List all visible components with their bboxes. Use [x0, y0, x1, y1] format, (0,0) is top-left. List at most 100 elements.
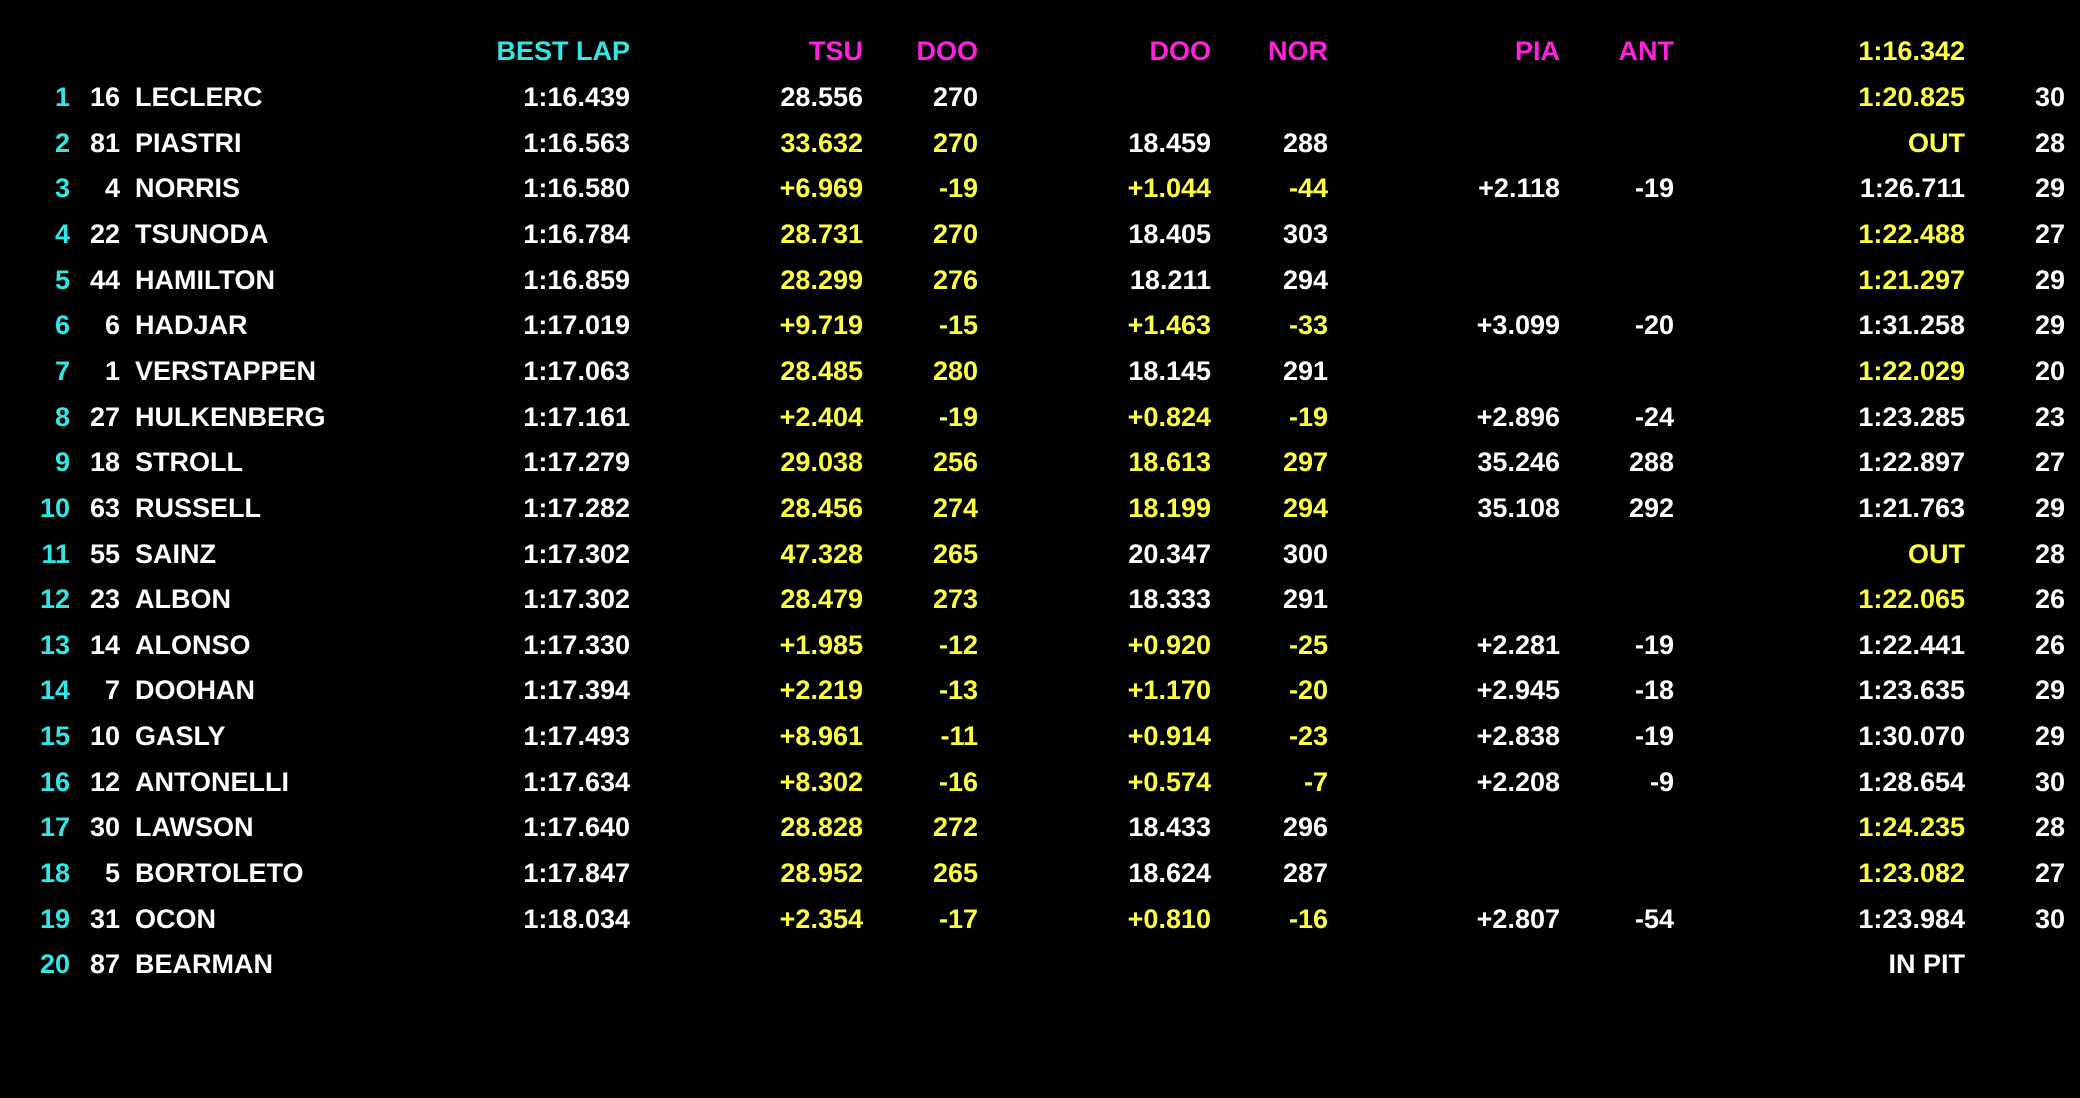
last-lap: 1:28.654: [1858, 766, 1965, 797]
last-lap: OUT: [1908, 538, 1965, 569]
sector3-speed: -54: [1634, 903, 1674, 934]
best-lap: 1:17.302: [523, 584, 630, 615]
driver-row: 6 6 HADJAR 1:17.019 +9.719 -15 +1.463 -33 +3.099…: [0, 303, 2080, 347]
sector1-speed-header: DOO: [916, 36, 978, 66]
sector2-speed: 294: [1282, 264, 1328, 295]
laps-count: 23: [2034, 401, 2065, 432]
driver-row: 20 87 BEARMAN IN PIT: [0, 942, 2080, 986]
sector3-speed: -9: [1649, 766, 1674, 797]
sector1-time: 28.731: [780, 218, 863, 249]
sector1-speed: 272: [932, 812, 978, 843]
sector1-time: +8.302: [779, 766, 863, 797]
driver-row: 10 63 RUSSELL 1:17.282 28.456 274 18.199 294 35.…: [0, 486, 2080, 530]
sector1-speed: 265: [932, 538, 978, 569]
sector1-time: +8.961: [779, 721, 863, 752]
best-lap: 1:17.330: [523, 629, 630, 660]
sector3-speed: -19: [1634, 721, 1674, 752]
sector1-speed: 256: [932, 447, 978, 478]
sector2-time: +0.574: [1127, 766, 1211, 797]
car-number: 30: [89, 812, 120, 843]
sector1-time: +1.985: [779, 629, 863, 660]
sector1-speed: -19: [938, 401, 978, 432]
sector2-speed: 296: [1282, 812, 1328, 843]
laps-count: 26: [2034, 629, 2065, 660]
driver-name: GASLY: [135, 721, 226, 752]
driver-row: 19 31 OCON 1:18.034 +2.354 -17 +0.810 -16 +2.807…: [0, 897, 2080, 941]
sector2-speed: 303: [1282, 218, 1328, 249]
sector3-time: +2.807: [1476, 903, 1560, 934]
driver-name: PIASTRI: [135, 127, 242, 158]
position: 19: [39, 903, 70, 934]
driver-name: HADJAR: [135, 310, 248, 341]
last-lap: 1:23.984: [1858, 903, 1965, 934]
sector1-speed: -11: [940, 721, 978, 752]
last-lap: 1:30.070: [1858, 721, 1965, 752]
sector1-time: +2.219: [779, 675, 863, 706]
sector3-speed: 292: [1628, 492, 1674, 523]
timing-board: BEST LAP TSU DOO DOO NOR PIA ANT 1:16.34…: [0, 0, 2080, 1098]
sector1-speed: -16: [938, 766, 978, 797]
last-lap: OUT: [1908, 127, 1965, 158]
driver-row: 8 27 HULKENBERG 1:17.161 +2.404 -19 +0.824 -19 +…: [0, 395, 2080, 439]
last-lap: 1:22.029: [1858, 355, 1965, 386]
sector2-speed: 291: [1282, 355, 1328, 386]
sector1-time: 28.299: [780, 264, 863, 295]
sector1-speed: -17: [938, 903, 978, 934]
sector1-time: 29.038: [780, 447, 863, 478]
best-lap: 1:16.580: [523, 173, 630, 204]
car-number: 16: [89, 82, 120, 112]
fastest-lap-header: 1:16.342: [1858, 36, 1965, 66]
best-lap: 1:17.279: [523, 447, 630, 478]
driver-row: 3 4 NORRIS 1:16.580 +6.969 -19 +1.044 -44 +2.118…: [0, 166, 2080, 210]
driver-row: 2 81 PIASTRI 1:16.563 33.632 270 18.459 288 OUT 2…: [0, 121, 2080, 165]
driver-name: DOOHAN: [135, 675, 255, 706]
driver-row: 16 12 ANTONELLI 1:17.634 +8.302 -16 +0.574 -7 +2…: [0, 760, 2080, 804]
position: 9: [54, 447, 70, 478]
driver-name: HULKENBERG: [135, 401, 326, 432]
best-lap: 1:17.282: [523, 492, 630, 523]
laps-count: 28: [2034, 127, 2065, 158]
laps-count: 27: [2034, 447, 2065, 478]
sector2-speed: -33: [1288, 310, 1328, 341]
position: 15: [39, 721, 70, 752]
driver-name: TSUNODA: [135, 218, 269, 249]
driver-name: RUSSELL: [135, 492, 262, 523]
car-number: 12: [89, 766, 120, 797]
last-lap: 1:21.297: [1858, 264, 1965, 295]
last-lap: 1:22.488: [1858, 218, 1965, 249]
driver-row: 1 16 LECLERC 1:16.439 28.556 270 1:20.825 30: [0, 75, 2080, 119]
sector3-time: +2.208: [1476, 766, 1560, 797]
sector3-time: +2.896: [1476, 401, 1560, 432]
best-lap: 1:18.034: [523, 903, 630, 934]
last-lap: 1:23.285: [1858, 401, 1965, 432]
sector3-speed: -18: [1634, 675, 1674, 706]
position: 20: [39, 949, 70, 980]
sector2-time: 20.347: [1128, 538, 1211, 569]
sector2-speed: -23: [1288, 721, 1328, 752]
sector1-speed: -12: [938, 629, 978, 660]
sector2-time-header: DOO: [1149, 36, 1211, 66]
car-number: 5: [104, 858, 120, 889]
sector2-speed: -20: [1288, 675, 1328, 706]
driver-row: 18 5 BORTOLETO 1:17.847 28.952 265 18.624 287 1:…: [0, 851, 2080, 895]
driver-name: ALONSO: [135, 629, 251, 660]
laps-count: 28: [2034, 538, 2065, 569]
sector2-time: +0.920: [1127, 629, 1211, 660]
last-lap: 1:26.711: [1859, 173, 1965, 204]
sector1-time: 28.556: [780, 82, 863, 112]
car-number: 87: [89, 949, 120, 980]
sector2-time: 18.211: [1129, 264, 1211, 295]
position: 8: [54, 401, 70, 432]
last-lap: 1:21.763: [1858, 492, 1965, 523]
laps-count: 27: [2034, 858, 2065, 889]
best-lap: 1:17.063: [523, 355, 630, 386]
position: 12: [39, 584, 70, 615]
position: 17: [39, 812, 70, 843]
car-number: 1: [104, 355, 120, 386]
laps-count: 29: [2034, 173, 2065, 204]
driver-name: BORTOLETO: [135, 858, 304, 889]
position: 10: [39, 492, 70, 523]
laps-count: 28: [2034, 812, 2065, 843]
sector2-speed-header: NOR: [1268, 36, 1328, 66]
sector1-speed: -15: [938, 310, 978, 341]
